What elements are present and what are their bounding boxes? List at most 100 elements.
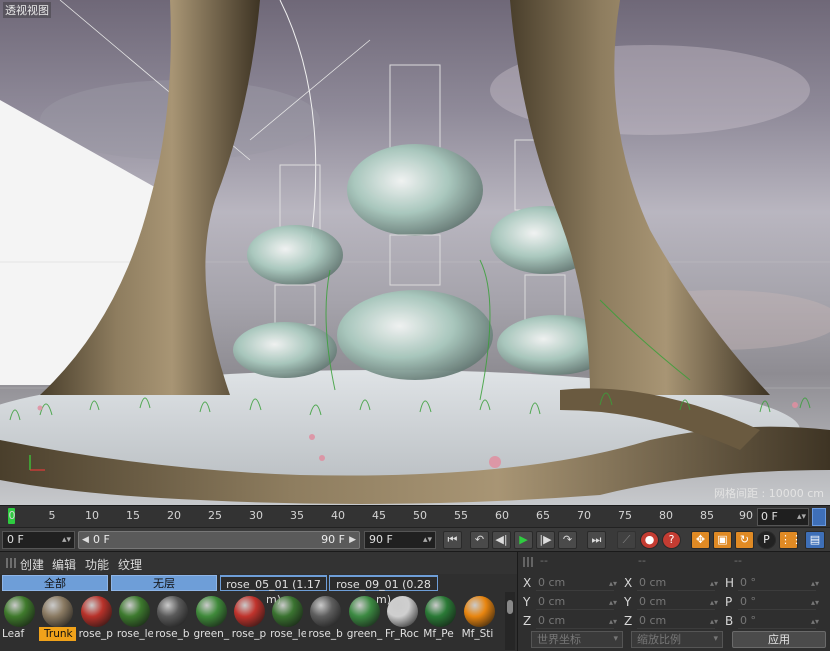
tab-no-layer[interactable]: 无层 [111, 575, 217, 591]
rot-b-field[interactable]: 0 ° [738, 614, 816, 629]
material-preview-ball[interactable] [425, 596, 457, 627]
spinner-arrows-icon[interactable]: ▴▾ [423, 532, 432, 548]
rot-h-field[interactable]: 0 ° [738, 576, 816, 591]
point-level-icon[interactable]: ⋮⋮ [779, 531, 802, 549]
timeline-tick: 60 [495, 509, 509, 522]
size-x-field[interactable]: 0 cm [637, 576, 715, 591]
material-swatch[interactable]: rose_p [78, 592, 115, 648]
material-preview-ball[interactable] [42, 596, 74, 627]
rotate-key-icon[interactable]: ↻ [735, 531, 754, 549]
spinner-arrows-icon[interactable]: ▴▾ [811, 598, 819, 607]
spinner-arrows-icon[interactable]: ▴▾ [62, 532, 71, 548]
material-swatch[interactable]: rose_le [116, 592, 153, 648]
timeline-ruler[interactable]: 0 5 10 15 20 25 30 35 40 45 50 55 60 65 … [0, 505, 830, 527]
key-icon[interactable]: ⟋ [617, 531, 636, 549]
timeline-tick: 35 [290, 509, 304, 522]
size-y-field[interactable]: 0 cm [637, 595, 715, 610]
material-preview-ball[interactable] [272, 596, 304, 627]
material-preview-ball[interactable] [118, 596, 150, 627]
move-key-icon[interactable]: ✥ [691, 531, 710, 549]
scale-mode-dropdown[interactable]: 缩放比例 ▾ [631, 631, 723, 648]
auto-key-icon[interactable]: ? [662, 531, 681, 549]
spinner-arrows-icon[interactable]: ▴▾ [609, 598, 617, 607]
spinner-arrows-icon[interactable]: ▴▾ [797, 509, 806, 525]
preview-range-slider[interactable]: ◀ 0 F 90 F ▶ [78, 531, 360, 549]
material-swatch[interactable]: rose_b [307, 592, 344, 648]
next-key-button[interactable]: ↷ [558, 531, 577, 549]
material-preview-ball[interactable] [157, 596, 189, 627]
perspective-viewport[interactable]: 透视视图 网格间距 : 10000 cm [0, 0, 830, 505]
range-left-arrow-icon[interactable]: ◀ [82, 532, 89, 548]
material-swatch[interactable]: Fr_Roc [384, 592, 421, 648]
menu-edit[interactable]: 编辑 [52, 556, 76, 573]
pos-z-field[interactable]: 0 cm [536, 614, 614, 629]
menu-create[interactable]: 创建 [20, 556, 44, 573]
material-preview-ball[interactable] [310, 596, 342, 627]
tab-layer-rose-05[interactable]: rose_05_01 (1.17 m) [220, 575, 327, 606]
timeline-options-button[interactable] [812, 508, 826, 526]
material-name: Fr_Roc [385, 628, 419, 640]
timeline-panel-icon[interactable]: ▤ [805, 531, 825, 549]
material-preview-ball[interactable] [463, 596, 495, 627]
current-frame-field[interactable]: 0 F ▴▾ [757, 508, 809, 526]
rot-p-label: P [725, 595, 733, 609]
spinner-arrows-icon[interactable]: ▴▾ [710, 579, 718, 588]
timeline-tick: 55 [454, 509, 468, 522]
tab-layer-rose-09[interactable]: rose_09_01 (0.28 m) [329, 575, 438, 606]
pos-z-label: Z [523, 614, 532, 628]
material-swatch[interactable]: Mf_Pe [422, 592, 459, 648]
spinner-arrows-icon[interactable]: ▴▾ [811, 579, 819, 588]
go-to-end-button[interactable]: ⏭ [587, 531, 606, 549]
spinner-arrows-icon[interactable]: ▴▾ [609, 617, 617, 626]
material-scrollbar[interactable] [505, 592, 515, 650]
previous-frame-button[interactable]: ◀| [492, 531, 511, 549]
menu-function[interactable]: 功能 [85, 556, 109, 573]
apply-button[interactable]: 应用 [732, 631, 826, 648]
timeline-tick: 10 [85, 509, 99, 522]
panel-grip-icon[interactable] [523, 557, 533, 567]
scale-key-icon[interactable]: ▣ [713, 531, 732, 549]
panel-grip-icon[interactable] [6, 558, 16, 568]
material-swatch[interactable]: Leaf [1, 592, 38, 648]
material-swatch[interactable]: Mf_Sti [461, 592, 498, 648]
coordinate-mode-dropdown[interactable]: 世界坐标 ▾ [531, 631, 623, 648]
play-button[interactable]: ▶ [514, 531, 533, 549]
previous-key-button[interactable]: ↶ [470, 531, 489, 549]
material-preview-ball[interactable] [4, 596, 35, 627]
start-frame-field[interactable]: 0 F ▴▾ [2, 531, 75, 549]
parameter-key-icon[interactable]: P [757, 531, 776, 549]
timeline-tick: 15 [126, 509, 140, 522]
material-preview-ball[interactable] [387, 596, 418, 627]
size-x-label: X [624, 576, 633, 590]
viewport-title[interactable]: 透视视图 [3, 2, 51, 18]
material-preview-ball[interactable] [233, 596, 265, 627]
spinner-arrows-icon[interactable]: ▴▾ [811, 617, 819, 626]
end-frame-field[interactable]: 90 F ▴▾ [364, 531, 436, 549]
material-swatch[interactable]: rose_p [231, 592, 268, 648]
tab-all[interactable]: 全部 [2, 575, 108, 591]
material-preview-ball[interactable] [195, 596, 227, 627]
spinner-arrows-icon[interactable]: ▴▾ [609, 579, 617, 588]
pos-y-field[interactable]: 0 cm [536, 595, 614, 610]
material-swatch[interactable]: Trunk [39, 592, 77, 648]
size-z-field[interactable]: 0 cm [637, 614, 715, 629]
go-to-start-button[interactable]: ⏮ [443, 531, 462, 549]
material-name: rose_b [155, 628, 190, 640]
rot-p-field[interactable]: 0 ° [738, 595, 816, 610]
next-frame-button[interactable]: |▶ [536, 531, 555, 549]
timeline-tick: 5 [48, 509, 56, 522]
spinner-arrows-icon[interactable]: ▴▾ [710, 617, 718, 626]
range-right-arrow-icon[interactable]: ▶ [349, 532, 356, 548]
menu-texture[interactable]: 纹理 [118, 556, 142, 573]
spinner-arrows-icon[interactable]: ▴▾ [710, 598, 718, 607]
material-preview-ball[interactable] [80, 596, 112, 627]
material-swatch[interactable]: rose_le [269, 592, 306, 648]
material-name: Mf_Sti [461, 628, 494, 640]
material-swatch[interactable]: green_ [193, 592, 230, 648]
record-icon[interactable]: ● [640, 531, 659, 549]
material-preview-ball[interactable] [348, 596, 380, 627]
pos-x-field[interactable]: 0 cm [536, 576, 614, 591]
material-swatch[interactable]: green_ [346, 592, 383, 648]
material-swatch[interactable]: rose_b [154, 592, 191, 648]
scrollbar-thumb[interactable] [507, 600, 513, 614]
